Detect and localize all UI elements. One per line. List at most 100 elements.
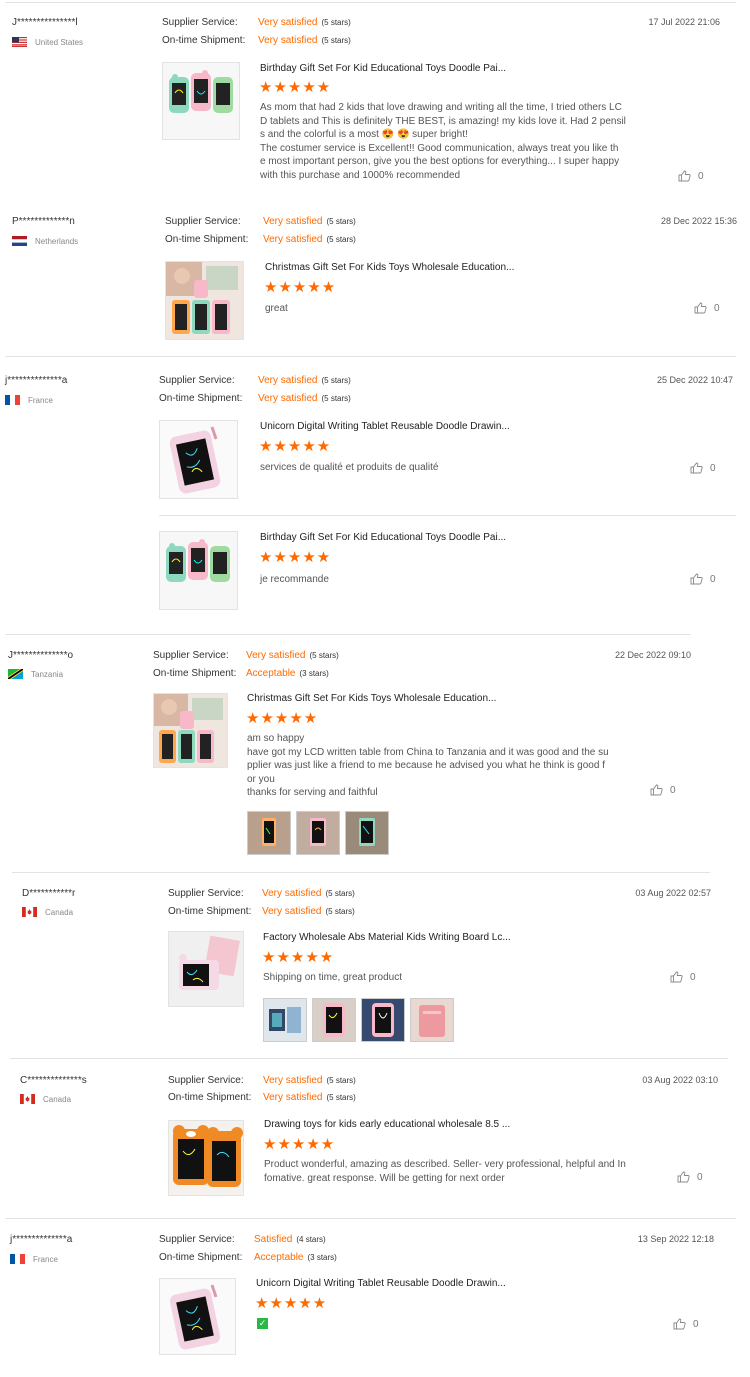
review-text: Shipping on time, great product	[263, 972, 402, 983]
product-thumbnail[interactable]	[153, 693, 228, 768]
reviewer-name: C**************s	[20, 1075, 87, 1086]
review-photo[interactable]	[247, 811, 291, 855]
review-photo[interactable]	[296, 811, 340, 855]
review-date: 03 Aug 2022 02:57	[635, 888, 711, 898]
flag-fr-icon	[5, 395, 20, 405]
shipment-rating: On-time Shipment: Acceptable (3 stars)	[153, 668, 329, 679]
product-thumbnail[interactable]	[159, 531, 238, 610]
like-button[interactable]: 0	[677, 1171, 703, 1183]
review-text: je recommande	[260, 574, 329, 585]
review-separator	[5, 356, 736, 357]
review-stars: ★★★★★	[262, 949, 335, 966]
reviewer-name: D***********r	[22, 888, 76, 899]
review-separator	[12, 872, 710, 873]
like-button[interactable]: 0	[673, 1318, 699, 1330]
like-button[interactable]: 0	[694, 302, 720, 314]
review-date: 22 Dec 2022 09:10	[614, 650, 691, 660]
shipment-rating: On-time Shipment: Very satisfied (5 stars)	[168, 1092, 356, 1103]
review-text: great	[265, 303, 288, 314]
flag-us-icon	[12, 37, 27, 47]
product-title[interactable]: Unicorn Digital Writing Tablet Reusable …	[256, 1278, 506, 1289]
shipment-rating: On-time Shipment: Very satisfied (5 stars)	[165, 234, 356, 245]
review-photo[interactable]	[263, 998, 307, 1042]
review-stars: ★★★★★	[259, 549, 332, 566]
review-photo[interactable]	[410, 998, 454, 1042]
thumbs-up-icon	[670, 971, 683, 983]
review-text: am so happy have got my LCD written tabl…	[247, 733, 609, 798]
shipment-rating: On-time Shipment: Acceptable (3 stars)	[159, 1252, 337, 1263]
product-title[interactable]: Birthday Gift Set For Kid Educational To…	[260, 532, 506, 543]
shipment-rating: On-time Shipment: Very satisfied (5 stars)	[162, 35, 351, 46]
flag-tz-icon	[8, 669, 23, 679]
product-title[interactable]: Birthday Gift Set For Kid Educational To…	[260, 63, 506, 74]
thumbs-up-icon	[650, 784, 663, 796]
product-title[interactable]: Christmas Gift Set For Kids Toys Wholesa…	[265, 262, 514, 273]
review-images	[263, 998, 454, 1042]
supplier-service-rating: Supplier Service: Very satisfied (5 stars)	[165, 216, 356, 227]
reviewer-country: France	[10, 1254, 58, 1264]
supplier-service-rating: Supplier Service: Very satisfied (5 stars)	[168, 888, 355, 899]
review-separator	[10, 1058, 728, 1059]
product-thumbnail[interactable]	[168, 1120, 244, 1196]
product-title[interactable]: Drawing toys for kids early educational …	[264, 1119, 510, 1130]
reviewer-country: Canada	[20, 1094, 71, 1104]
flag-nl-icon	[12, 236, 27, 246]
reviewer-name: J**************o	[8, 650, 74, 661]
thumbs-up-icon	[694, 302, 707, 314]
review-images	[247, 811, 389, 855]
review-photo[interactable]	[312, 998, 356, 1042]
product-thumbnail[interactable]	[165, 261, 244, 340]
review-date: 03 Aug 2022 03:10	[642, 1075, 718, 1085]
review-photo[interactable]	[345, 811, 389, 855]
review-separator	[5, 1218, 736, 1219]
shipment-rating: On-time Shipment: Very satisfied (5 stars)	[168, 906, 355, 917]
product-thumbnail[interactable]	[162, 62, 240, 140]
review-date: 28 Dec 2022 15:36	[660, 216, 737, 226]
like-button[interactable]: 0	[650, 784, 676, 796]
thumbs-up-icon	[690, 462, 703, 474]
thumbs-up-icon	[673, 1318, 686, 1330]
review-date: 25 Dec 2022 10:47	[656, 375, 733, 385]
shipment-rating: On-time Shipment: Very satisfied (5 stars)	[159, 393, 351, 404]
like-button[interactable]: 0	[678, 170, 704, 182]
review-photo[interactable]	[361, 998, 405, 1042]
review-stars: ★★★★★	[255, 1295, 328, 1312]
review-stars: ★★★★★	[259, 79, 332, 96]
product-title[interactable]: Unicorn Digital Writing Tablet Reusable …	[260, 421, 510, 432]
like-button[interactable]: 0	[670, 971, 696, 983]
verified-check-icon: ✓	[257, 1318, 268, 1329]
product-title[interactable]: Christmas Gift Set For Kids Toys Wholesa…	[247, 693, 496, 704]
reviewer-country: Netherlands	[12, 236, 78, 246]
like-button[interactable]: 0	[690, 573, 716, 585]
supplier-service-rating: Supplier Service: Very satisfied (5 stars)	[159, 375, 351, 386]
product-thumbnail[interactable]	[159, 1278, 236, 1355]
reviewer-country: United States	[12, 37, 83, 47]
reviewer-country: France	[5, 395, 53, 405]
thumbs-up-icon	[678, 170, 691, 182]
flag-fr-icon	[10, 1254, 25, 1264]
supplier-service-rating: Supplier Service: Very satisfied (5 stars)	[153, 650, 339, 661]
product-thumbnail[interactable]	[159, 420, 238, 499]
supplier-service-rating: Supplier Service: Very satisfied (5 stars)	[162, 17, 351, 28]
supplier-service-rating: Supplier Service: Very satisfied (5 stars)	[168, 1075, 356, 1086]
product-title[interactable]: Factory Wholesale Abs Material Kids Writ…	[263, 932, 511, 943]
review-text: services de qualité et produits de quali…	[260, 462, 439, 473]
product-thumbnail[interactable]	[168, 931, 244, 1007]
review-separator	[5, 634, 691, 635]
review-stars: ★★★★★	[246, 710, 319, 727]
reviewer-name: J***************l	[12, 17, 78, 28]
review-stars: ★★★★★	[263, 1136, 336, 1153]
review-text: Product wonderful, amazing as described.…	[264, 1159, 626, 1184]
review-date: 13 Sep 2022 12:18	[637, 1234, 714, 1244]
thumbs-up-icon	[690, 573, 703, 585]
reviewer-name: j**************a	[5, 375, 68, 386]
flag-ca-icon	[22, 907, 37, 917]
review-stars: ★★★★★	[264, 279, 337, 296]
product-separator	[159, 515, 736, 516]
review-text: As mom that had 2 kids that love drawing…	[260, 102, 626, 181]
flag-ca-icon	[20, 1094, 35, 1104]
review-date: 17 Jul 2022 21:06	[648, 17, 720, 27]
like-button[interactable]: 0	[690, 462, 716, 474]
review-separator	[5, 2, 736, 3]
supplier-service-rating: Supplier Service: Satisfied (4 stars)	[159, 1234, 326, 1245]
